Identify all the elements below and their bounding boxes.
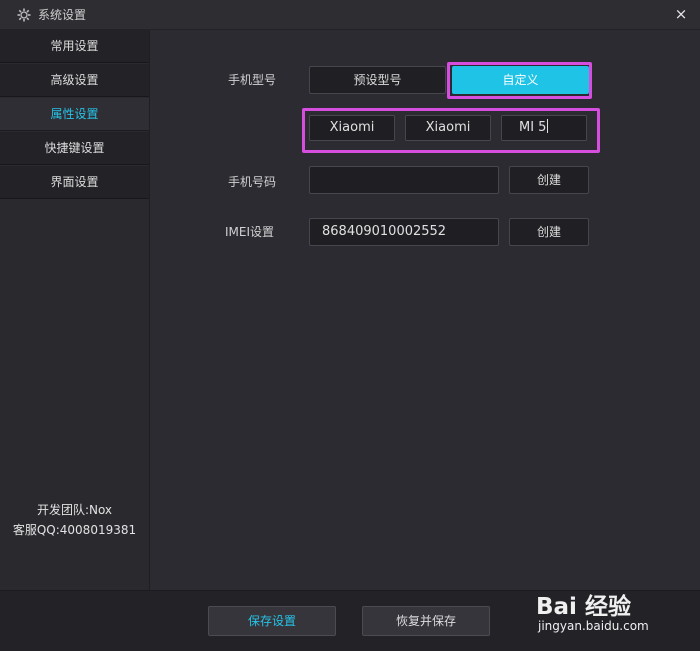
preset-model-button[interactable]: 预设型号 [309, 66, 446, 94]
imei-field[interactable]: 868409010002552 [309, 218, 499, 246]
window-title: 系统设置 [38, 8, 87, 22]
imei-label: IMEI设置 [225, 225, 275, 239]
custom-model-button[interactable]: 自定义 [452, 66, 589, 94]
text-caret [547, 119, 549, 133]
model-field-text: MI 5 [519, 120, 547, 135]
brand-field[interactable]: Xiaomi [405, 115, 491, 141]
gear-icon [17, 7, 31, 22]
support-qq-text: 客服QQ:4008019381 [12, 523, 137, 537]
sidebar-item-properties[interactable]: 属性设置 [0, 98, 149, 131]
phone-model-label: 手机型号 [228, 73, 277, 87]
save-settings-button[interactable]: 保存设置 [208, 606, 336, 636]
properties-panel: 手机型号 预设型号 自定义 Xiaomi Xiaomi MI 5 手机号码 创建… [150, 30, 700, 590]
sidebar-item-interface[interactable]: 界面设置 [0, 166, 149, 199]
manufacturer-field[interactable]: Xiaomi [309, 115, 395, 141]
create-imei-button[interactable]: 创建 [509, 218, 589, 246]
phone-number-field[interactable] [309, 166, 499, 194]
dev-team-text: 开发团队:Nox [36, 503, 113, 517]
sidebar-item-advanced[interactable]: 高级设置 [0, 64, 149, 97]
title-bar: 系统设置 × [0, 0, 700, 30]
baidu-watermark: Bai 经验 jingyan.baidu.com [536, 575, 696, 645]
close-icon[interactable]: × [672, 5, 690, 23]
sidebar-item-common[interactable]: 常用设置 [0, 30, 149, 63]
model-field[interactable]: MI 5 [501, 115, 587, 141]
restore-and-save-button[interactable]: 恢复并保存 [362, 606, 490, 636]
create-phone-number-button[interactable]: 创建 [509, 166, 589, 194]
developer-info: 开发团队:Nox 客服QQ:4008019381 [0, 500, 149, 540]
baidu-logo: Bai 经验 [536, 594, 631, 620]
phone-number-label: 手机号码 [228, 175, 277, 189]
sidebar-item-shortcuts[interactable]: 快捷键设置 [0, 132, 149, 165]
sidebar: 常用设置 高级设置 属性设置 快捷键设置 界面设置 开发团队:Nox 客服QQ:… [0, 30, 150, 590]
watermark-url: jingyan.baidu.com [538, 619, 649, 633]
